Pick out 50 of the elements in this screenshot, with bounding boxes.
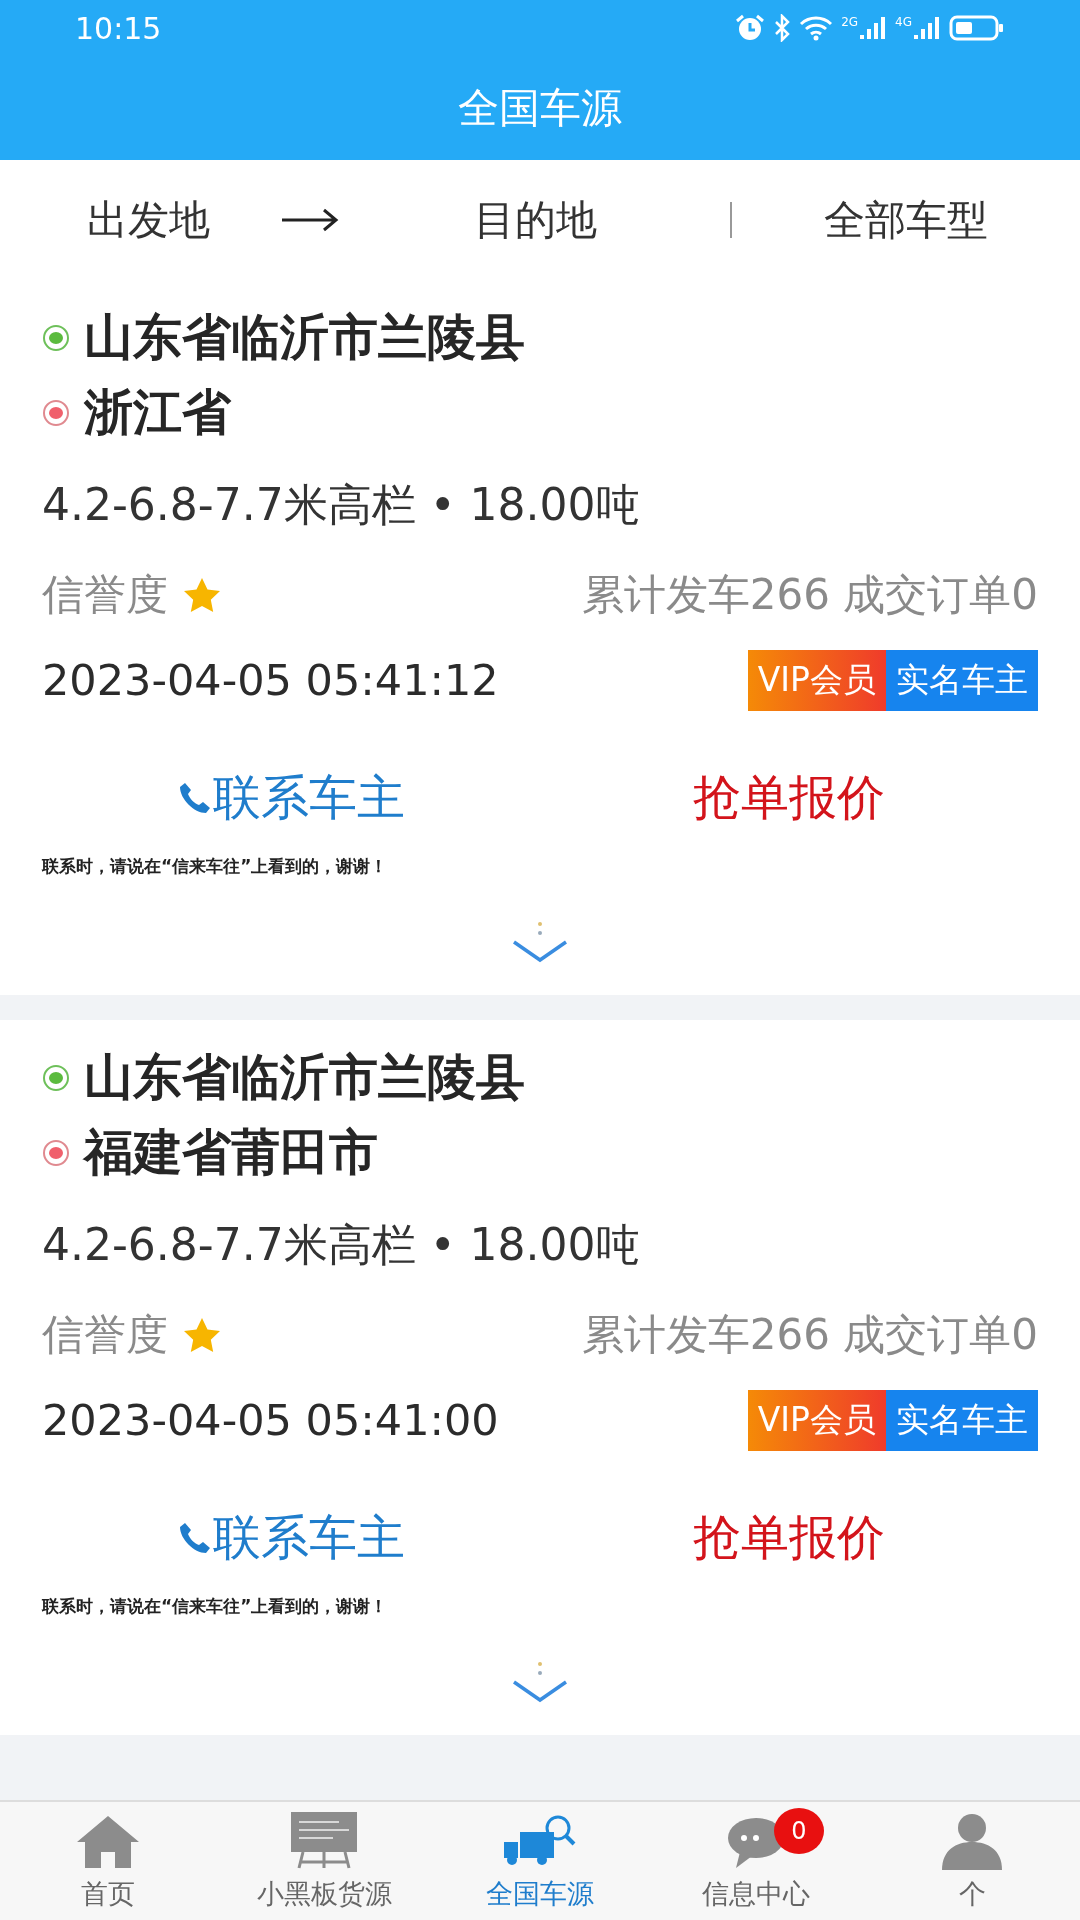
destination-filter[interactable]: 目的地: [473, 192, 597, 248]
network-label: 2G: [841, 16, 859, 28]
post-time: 2023-04-05 05:41:00: [42, 1395, 499, 1445]
origin-location: 山东省临沂市兰陵县: [84, 1047, 525, 1108]
contact-note: 联系时，请说在“信来车往”上看到的，谢谢！: [42, 1595, 389, 1618]
origin-location: 山东省临沂市兰陵县: [84, 307, 525, 368]
vip-badge: VIP会员: [747, 1389, 886, 1451]
nav-tab[interactable]: 小黑板货源: [216, 1802, 432, 1920]
destination-location: 浙江省: [84, 382, 231, 443]
signal-icon: [913, 16, 941, 40]
vehicle-type-filter[interactable]: 全部车型: [824, 192, 988, 248]
star-icon: [182, 576, 222, 614]
verified-badge: 实名车主: [886, 1389, 1038, 1451]
origin-filter[interactable]: 出发地: [87, 192, 210, 248]
credit-label: 信誉度: [42, 569, 168, 621]
origin-dot-icon: [42, 1063, 70, 1092]
nav-tab[interactable]: 全国车源: [432, 1802, 648, 1920]
vehicle-spec: 4.2-6.8-7.7米高栏 • 18.00吨: [42, 1217, 641, 1272]
signal-icon: [859, 16, 888, 40]
nav-tab[interactable]: 首页: [0, 1802, 216, 1920]
quote-button[interactable]: 抢单报价: [693, 765, 885, 830]
contact-owner-button[interactable]: 联系车主: [177, 765, 405, 830]
clock-time: 10:15: [75, 10, 162, 46]
nav-tab[interactable]: 个: [864, 1802, 1080, 1920]
destination-dot-icon: [42, 1138, 70, 1167]
wifi-icon: [799, 15, 834, 41]
page-title: 全国车源: [457, 82, 623, 134]
network-label: 4G: [895, 16, 912, 28]
home-icon: [75, 1814, 141, 1870]
person-icon: [940, 1812, 1004, 1870]
post-time: 2023-04-05 05:41:12: [42, 655, 499, 705]
contact-note: 联系时，请说在“信来车往”上看到的，谢谢！: [42, 855, 389, 878]
contact-owner-button[interactable]: 联系车主: [177, 1505, 405, 1570]
trip-stats: 累计发车266 成交订单0: [581, 1309, 1038, 1361]
arrow-icon: [280, 208, 340, 232]
destination-location: 福建省莆田市: [84, 1122, 378, 1183]
quote-button[interactable]: 抢单报价: [693, 1505, 885, 1570]
destination-dot-icon: [42, 398, 70, 427]
battery-icon: [949, 14, 1005, 42]
origin-dot-icon: [42, 323, 70, 352]
credit-label: 信誉度: [42, 1309, 168, 1361]
alarm-icon: [735, 14, 766, 42]
bluetooth-icon: [773, 14, 792, 42]
vehicle-spec: 4.2-6.8-7.7米高栏 • 18.00吨: [42, 477, 641, 532]
trip-stats: 累计发车266 成交订单0: [581, 569, 1038, 621]
verified-badge: 实名车主: [886, 649, 1038, 711]
unread-badge: 0: [774, 1808, 824, 1854]
star-icon: [182, 1316, 222, 1354]
nav-tab[interactable]: 信息中心 0: [648, 1802, 864, 1920]
vip-badge: VIP会员: [747, 649, 886, 711]
